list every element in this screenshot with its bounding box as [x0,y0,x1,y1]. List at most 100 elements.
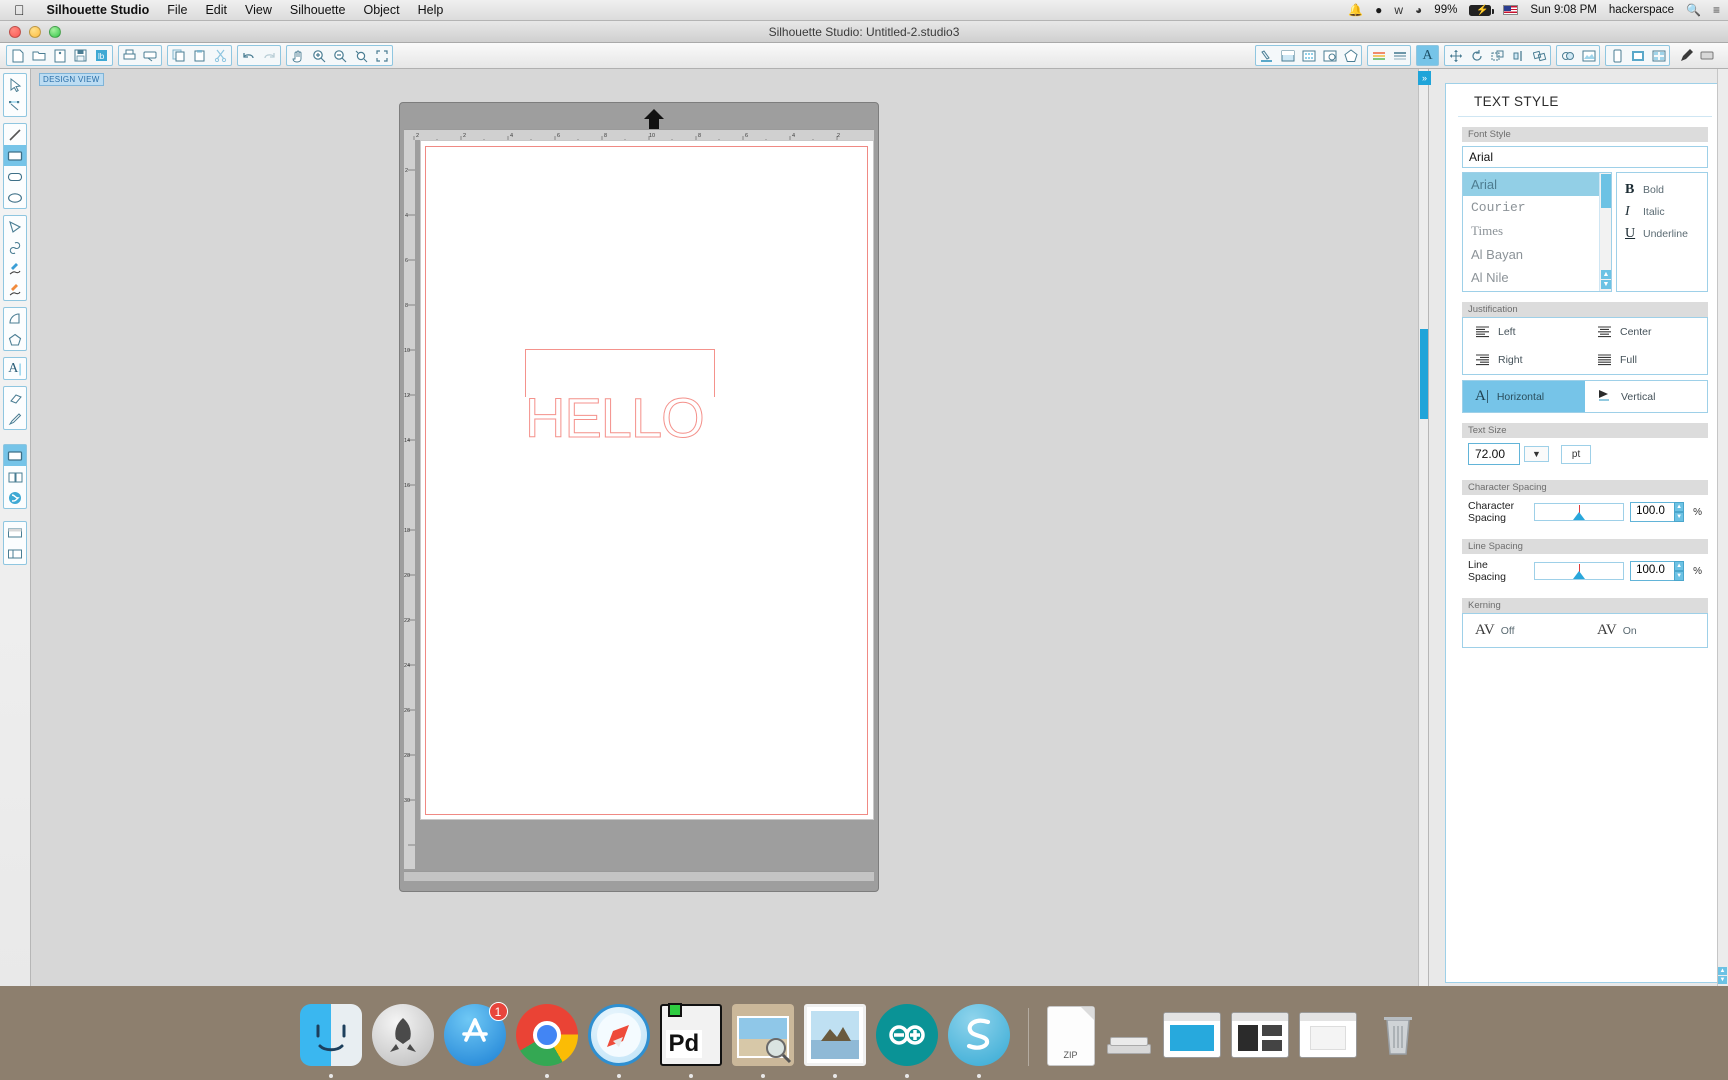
arduino-icon[interactable] [876,1004,938,1066]
font-list-scroll-thumb[interactable] [1601,174,1611,208]
menu-bar-username[interactable]: hackerspace [1609,4,1674,16]
text-object-hello[interactable]: HELLO [525,349,715,441]
send-panel-button[interactable] [1696,46,1717,65]
image-effects-button[interactable] [1578,46,1599,65]
search-icon[interactable]: 🔍 [1686,3,1701,17]
character-spacing-value[interactable]: 100.0 [1630,502,1674,522]
notification-center-icon[interactable]: ≡ [1713,3,1720,17]
cut-button[interactable] [210,46,231,65]
character-spacing-spin-buttons[interactable]: ▲ ▼ [1674,502,1684,522]
wifi-icon[interactable]: ◕ [1415,3,1422,17]
spin-down-icon[interactable]: ▼ [1674,512,1684,522]
silhouette-studio-icon[interactable] [948,1004,1010,1066]
trace-panel-button[interactable] [1319,46,1340,65]
font-option-courier[interactable]: Courier [1463,196,1611,219]
dock-item-document[interactable] [1299,1012,1357,1078]
dock-item-finder[interactable] [300,1004,362,1078]
freehand-tool[interactable] [4,279,26,300]
regular-polygon-tool[interactable] [4,329,26,350]
presentation-icon[interactable] [1231,1012,1289,1058]
dock-item-pure-data[interactable]: Pd [660,1004,722,1078]
font-name-input[interactable]: Arial [1462,146,1708,168]
font-option-al-bayan[interactable]: Al Bayan [1463,243,1611,266]
rectangle-tool[interactable] [4,145,26,166]
menu-item-help[interactable]: Help [409,3,453,17]
ellipse-tool[interactable] [4,187,26,208]
zoom-selection-button[interactable] [350,46,371,65]
us-flag-icon[interactable] [1503,5,1518,15]
bell-icon[interactable]: 🔔 [1348,3,1363,17]
justify-center-button[interactable]: Center [1585,318,1707,346]
page-area[interactable]: HELLO [420,140,874,820]
dock-item-arduino[interactable] [876,1004,938,1078]
sketch-pen-button[interactable] [1675,46,1696,65]
font-list[interactable]: Arial Courier Times Al Bayan Al Nile ▲ ▼ [1462,172,1612,292]
arc-tool[interactable] [4,308,26,329]
save-button[interactable] [70,46,91,65]
align-panel-button[interactable] [1508,46,1529,65]
line-spacing-slider[interactable] [1534,562,1624,580]
offset-panel-button[interactable] [1340,46,1361,65]
dock-item-launchpad[interactable] [372,1004,434,1078]
mobile-panel-button[interactable] [1606,46,1627,65]
panel-view-tool[interactable] [4,543,26,564]
design-view-tool[interactable] [4,445,26,466]
trash-icon[interactable] [1367,1004,1429,1066]
menu-item-object[interactable]: Object [354,3,408,17]
text-size-unit-button[interactable]: pt [1561,445,1591,464]
dock-item-app-store[interactable]: 1 [444,1004,506,1078]
safari-icon[interactable] [588,1004,650,1066]
mail-icon[interactable] [804,1004,866,1066]
replicate-panel-button[interactable] [1529,46,1550,65]
select-tool[interactable] [4,74,26,95]
menu-item-edit[interactable]: Edit [196,3,236,17]
paste-button[interactable] [189,46,210,65]
apple-icon[interactable]:  [14,3,25,17]
justify-left-button[interactable]: Left [1463,318,1585,346]
redo-button[interactable] [259,46,280,65]
knife-tool[interactable] [4,408,26,429]
open-recent-button[interactable] [49,46,70,65]
zip-file-icon[interactable]: ZIP [1047,1006,1095,1066]
character-spacing-slider[interactable] [1534,503,1624,521]
preview-icon[interactable] [732,1004,794,1066]
modify-panel-button[interactable] [1557,46,1578,65]
undo-button[interactable] [238,46,259,65]
bold-toggle[interactable]: B Bold [1617,179,1707,201]
panel-scrollbar[interactable]: ▲ ▼ [1717,69,1728,986]
menu-bar-clock[interactable]: Sun 9:08 PM [1530,4,1596,16]
kerning-off-button[interactable]: AV Off [1463,614,1585,647]
menu-item-silhouette-studio[interactable]: Silhouette Studio [38,3,159,17]
font-list-scroll-buttons[interactable]: ▲ ▼ [1601,270,1611,290]
design-canvas[interactable]: DESIGN VIEW 224 6810 864 [31,69,1428,986]
line-tool[interactable] [4,124,26,145]
menu-item-view[interactable]: View [236,3,281,17]
orientation-vertical-button[interactable]: Vertical [1585,381,1707,412]
font-list-scrollbar[interactable]: ▲ ▼ [1599,173,1611,291]
print-button[interactable] [119,46,140,65]
polygon-tool[interactable] [4,216,26,237]
window-preview-icon[interactable] [1163,1012,1221,1058]
zoom-in-button[interactable] [308,46,329,65]
font-option-arial[interactable]: Arial [1463,173,1611,196]
cut-settings-panel-button[interactable] [1256,46,1277,65]
document-icon[interactable] [1299,1012,1357,1058]
line-spacing-spin-buttons[interactable]: ▲ ▼ [1674,561,1684,581]
underline-toggle[interactable]: U Underline [1617,223,1707,245]
menu-item-silhouette[interactable]: Silhouette [281,3,355,17]
launchpad-icon[interactable] [372,1004,434,1066]
panel-scroll-arrows[interactable]: ▲ ▼ [1718,966,1727,984]
scroll-down-icon[interactable]: ▼ [1601,280,1611,289]
menu-item-file[interactable]: File [158,3,196,17]
canvas-vscroll-thumb[interactable] [1420,329,1428,419]
dock-item-presentation[interactable] [1231,1012,1289,1078]
line-spacing-value[interactable]: 100.0 [1630,561,1674,581]
send-view-tool[interactable] [4,522,26,543]
panel-scroll-up-icon[interactable]: ▲ [1718,967,1727,975]
dropbox-icon[interactable]: ● [1375,3,1382,17]
italic-toggle[interactable]: I Italic [1617,201,1707,223]
dock-item-preview[interactable] [732,1004,794,1078]
character-spacing-knob[interactable] [1573,512,1585,520]
spin-up-icon[interactable]: ▲ [1674,502,1684,512]
send-to-silhouette-button[interactable] [140,46,161,65]
